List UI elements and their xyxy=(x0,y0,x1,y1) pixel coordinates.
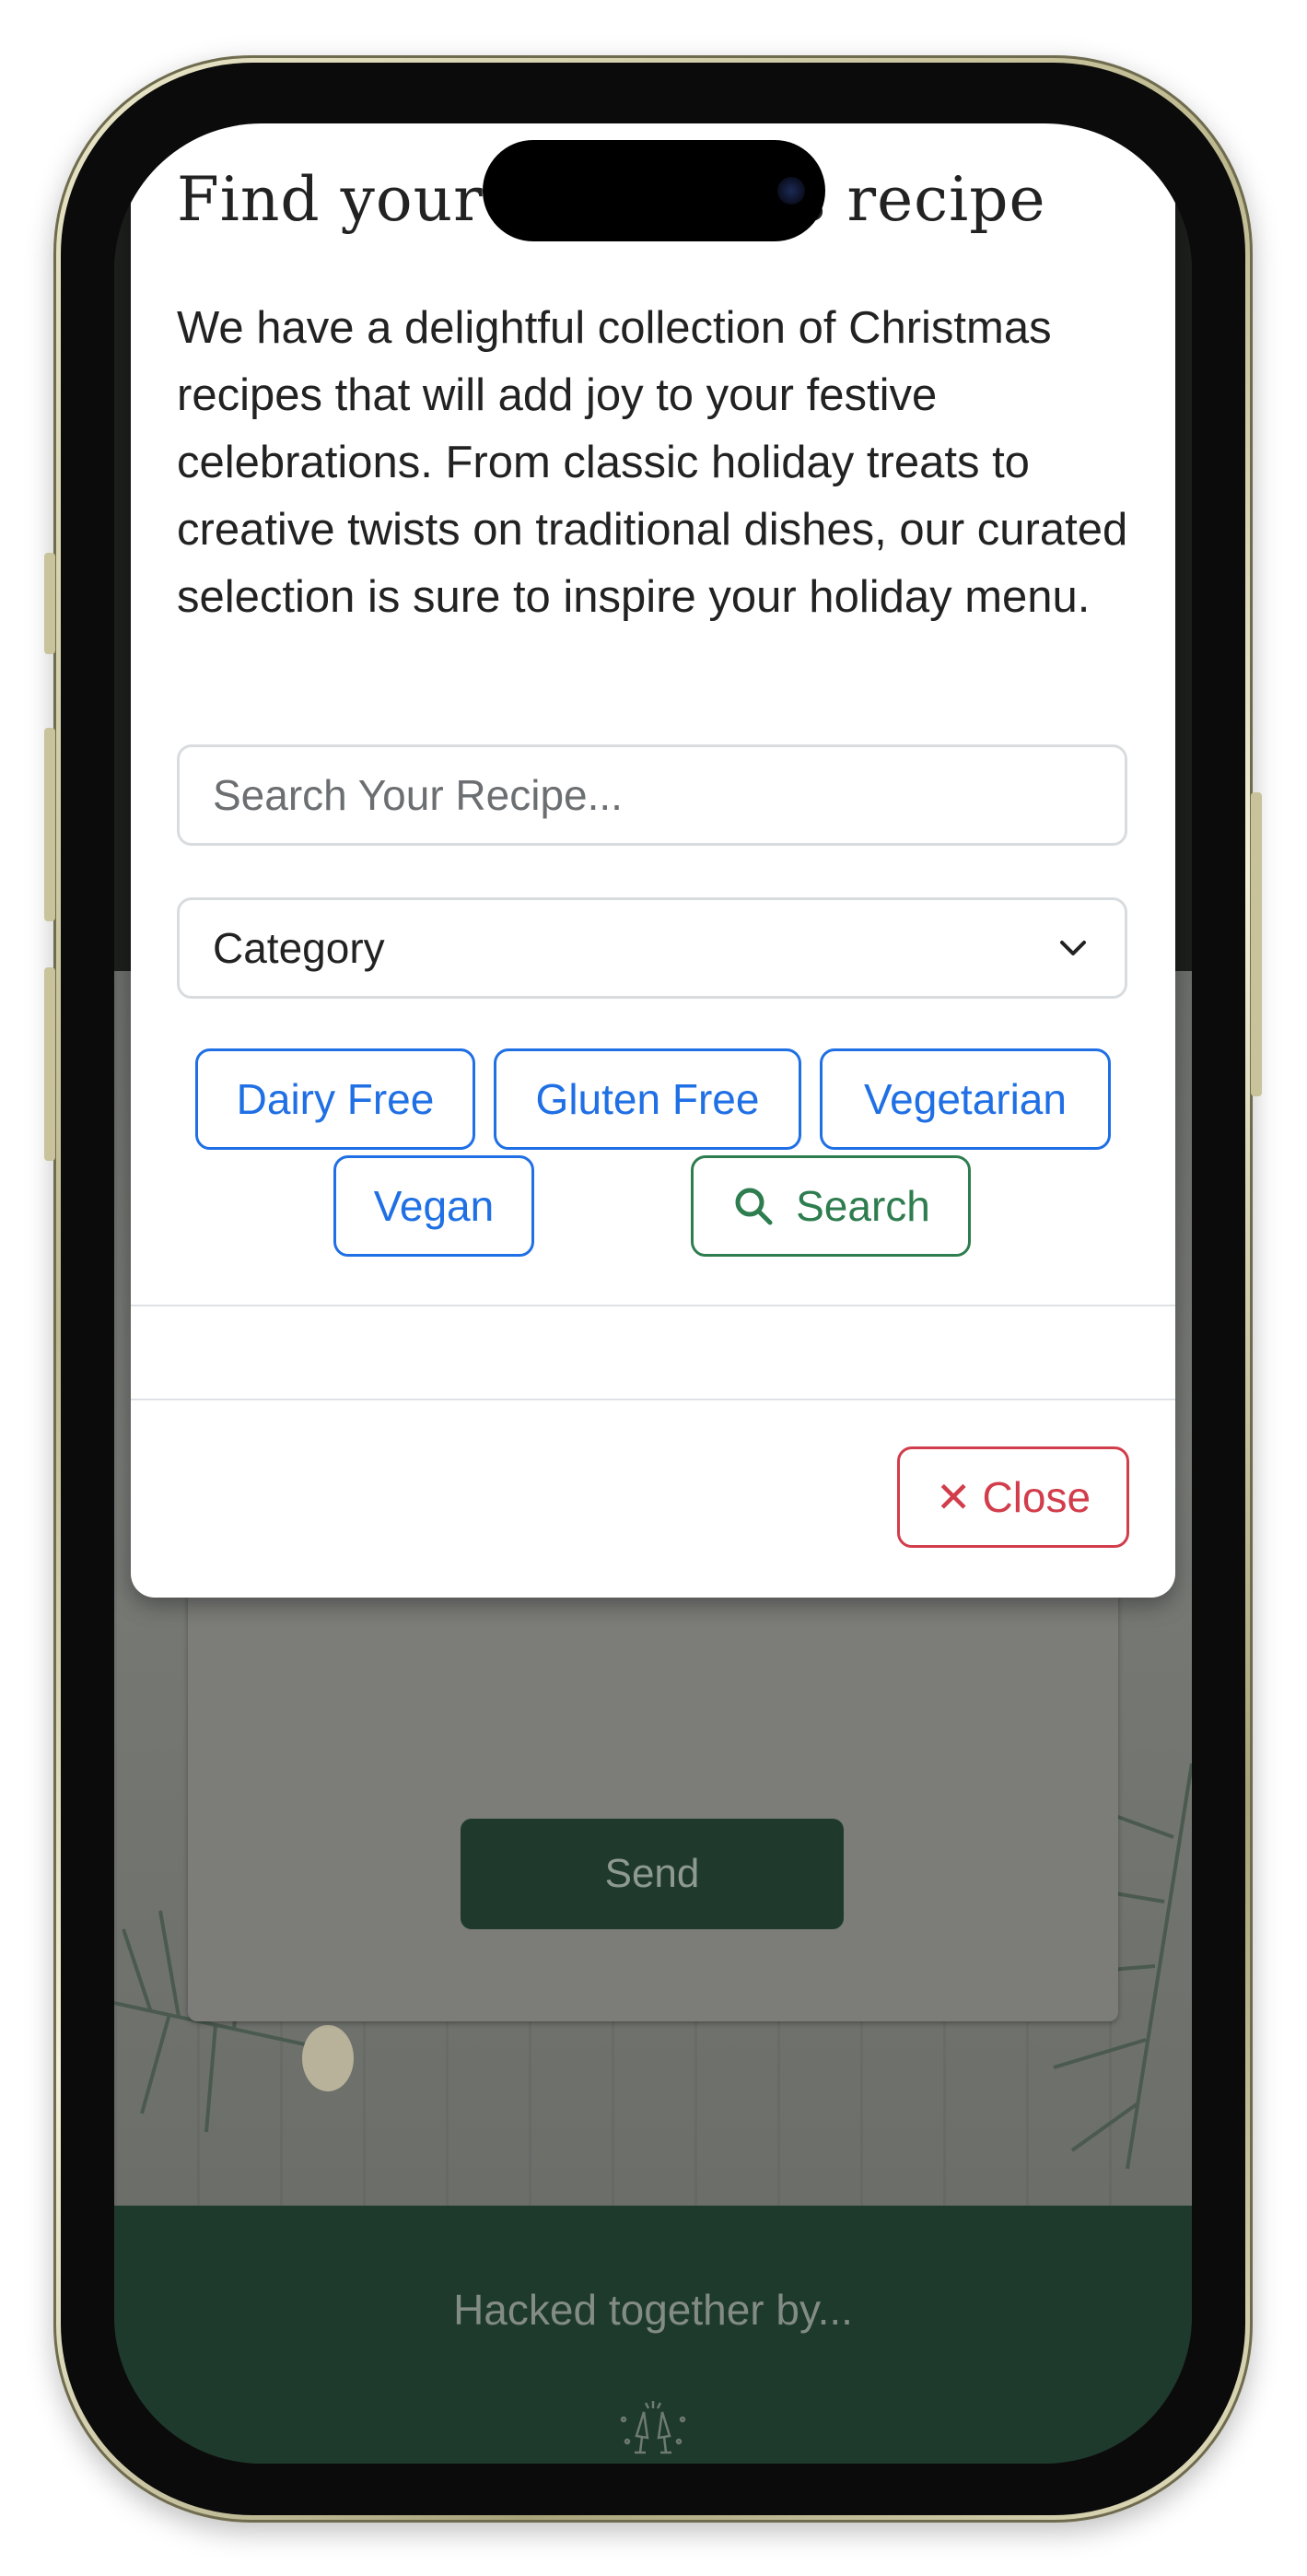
screen: Send Hacked together by... Find your Chr… xyxy=(114,123,1192,2464)
search-button[interactable]: Search xyxy=(691,1155,971,1257)
champagne-toast-icon xyxy=(620,2401,686,2454)
chevron-down-icon xyxy=(1060,941,1086,955)
modal-body-divider xyxy=(131,1305,1175,1306)
recipe-search-modal: Find your Christmas recipe We have a del… xyxy=(131,123,1175,1598)
category-select-label: Category xyxy=(213,924,385,972)
background-send-button: Send xyxy=(461,1819,844,1929)
search-icon xyxy=(735,1188,773,1225)
filter-gluten-free-button[interactable]: Gluten Free xyxy=(494,1048,801,1150)
modal-description: We have a delightful collection of Chris… xyxy=(177,303,1128,622)
recipe-search-input[interactable] xyxy=(177,744,1127,846)
filter-vegetarian-button[interactable]: Vegetarian xyxy=(820,1048,1111,1150)
action-button xyxy=(44,553,55,654)
close-button[interactable]: ✕ Close xyxy=(897,1446,1129,1548)
modal-footer-divider xyxy=(131,1399,1175,1400)
footer-credit-text: Hacked together by... xyxy=(453,2286,853,2334)
category-select[interactable]: Category xyxy=(177,897,1127,999)
filter-vegan-button[interactable]: Vegan xyxy=(333,1155,534,1257)
volume-up-button xyxy=(44,728,55,921)
power-button xyxy=(1251,792,1262,1096)
dynamic-island xyxy=(483,140,825,241)
search-button-label: Search xyxy=(796,1182,930,1230)
filter-dairy-free-button[interactable]: Dairy Free xyxy=(195,1048,475,1150)
close-button-label: Close xyxy=(982,1473,1091,1521)
close-icon: ✕ xyxy=(935,1473,972,1521)
volume-down-button xyxy=(44,967,55,1161)
front-camera-icon xyxy=(777,177,805,205)
